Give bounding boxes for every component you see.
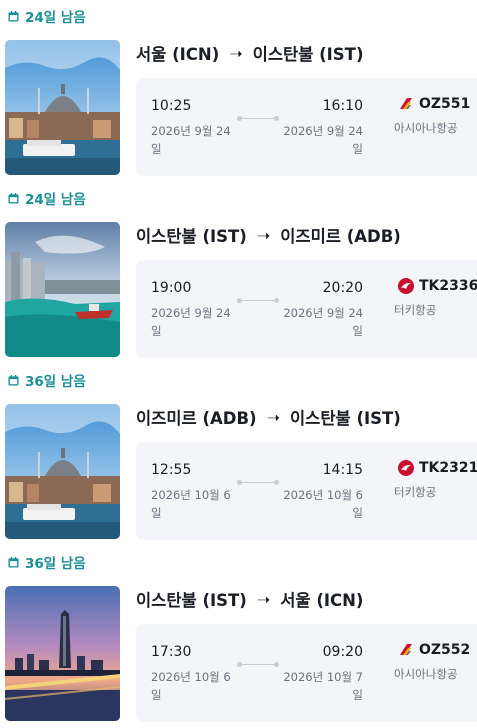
departure-date: 2026년 9월 24일 [151,124,231,156]
departure-time: 12:55 [151,462,192,478]
departure-time: 10:25 [151,98,192,114]
airline-name: 터키항공 [394,485,437,499]
route-title: 이즈미르 (ADB) ➝ 이스탄불 (IST) [136,404,401,430]
destination-photo[interactable] [5,404,120,539]
flight-card[interactable]: 19:00 2026년 9월 24일 20:20 2026년 9월 24일 TK… [136,260,477,358]
destination-airport: 서울 (ICN) [280,591,364,610]
destination-photo[interactable] [5,40,120,175]
trip-item[interactable]: 24일 남음 서울 (ICN) ➝ 이스탄불 (IST) 10:25 2026년… [0,0,477,182]
trip-item[interactable]: 36일 남음 이스탄불 (IST) ➝ 서울 (ICN) 17:30 2026년… [0,546,477,728]
route-arrow-icon: ➝ [229,43,243,63]
destination-photo[interactable] [5,586,120,721]
asiana-logo-icon [400,98,412,109]
airline-name: 아시아나항공 [394,121,458,135]
arrival-date: 2026년 9월 24일 [283,124,363,156]
route-arrow-icon: ➝ [256,225,271,245]
calendar-icon [8,374,19,386]
departure-date: 2026년 10월 6일 [151,488,231,520]
flight-number: TK2336 [398,278,477,294]
route-title: 이스탄불 (IST) ➝ 서울 (ICN) [136,586,363,612]
origin-airport: 이스탄불 (IST) [136,591,247,610]
origin-airport: 이스탄불 (IST) [136,227,247,246]
turkish-airlines-logo-icon [398,278,414,294]
origin-airport: 이즈미르 (ADB) [136,409,257,428]
calendar-icon [8,556,19,568]
days-left-text: 36일 남음 [25,374,86,390]
arrival-time: 14:15 [322,462,363,478]
asiana-logo-icon [400,644,412,655]
days-left-text: 24일 남음 [25,192,86,208]
departure-date: 2026년 9월 24일 [151,306,231,338]
flight-code: TK2321 [419,460,477,476]
destination-airport: 이스탄불 (IST) [290,409,401,428]
origin-airport: 서울 (ICN) [136,45,220,64]
airline-name: 터키항공 [394,303,437,317]
turkish-airlines-logo-icon [398,460,414,476]
days-left-badge: 24일 남음 [8,6,86,26]
flight-code: OZ552 [419,642,471,658]
days-left-badge: 36일 남음 [8,370,86,390]
arrival-time: 09:20 [322,644,363,660]
trip-item[interactable]: 36일 남음 이즈미르 (ADB) ➝ 이스탄불 (IST) 12:55 202… [0,364,477,546]
route-title: 이스탄불 (IST) ➝ 이즈미르 (ADB) [136,222,401,248]
days-left-badge: 24일 남음 [8,188,86,208]
flight-card[interactable]: 17:30 2026년 10월 6일 09:20 2026년 10월 7일 OZ… [136,624,477,722]
flight-path-line [237,116,279,121]
flight-code: OZ551 [419,96,471,112]
flight-path-line [237,298,279,303]
calendar-icon [8,192,19,204]
flight-number: TK2321 [398,460,477,476]
flight-path-line [237,480,279,485]
destination-airport: 이스탄불 (IST) [252,45,364,64]
arrival-date: 2026년 9월 24일 [283,306,363,338]
flight-card[interactable]: 12:55 2026년 10월 6일 14:15 2026년 10월 6일 TK… [136,442,477,540]
days-left-text: 24일 남음 [25,10,86,26]
arrival-time: 16:10 [322,98,363,114]
destination-airport: 이즈미르 (ADB) [280,227,401,246]
days-left-text: 36일 남음 [25,556,86,572]
arrival-date: 2026년 10월 6일 [283,488,363,520]
arrival-time: 20:20 [322,280,363,296]
flight-number: OZ551 [398,96,470,112]
flight-card[interactable]: 10:25 2026년 9월 24일 16:10 2026년 9월 24일 OZ… [136,78,477,176]
route-title: 서울 (ICN) ➝ 이스탄불 (IST) [136,40,363,66]
departure-date: 2026년 10월 6일 [151,670,231,702]
departure-time: 19:00 [151,280,192,296]
flight-code: TK2336 [419,278,477,294]
calendar-icon [8,10,19,22]
route-arrow-icon: ➝ [256,589,271,609]
route-arrow-icon: ➝ [266,407,280,427]
days-left-badge: 36일 남음 [8,552,86,572]
flight-number: OZ552 [398,642,470,658]
arrival-date: 2026년 10월 7일 [283,670,363,702]
departure-time: 17:30 [151,644,192,660]
flight-path-line [237,662,279,667]
airline-name: 아시아나항공 [394,667,458,681]
destination-photo[interactable] [5,222,120,357]
trip-item[interactable]: 24일 남음 이스탄불 (IST) ➝ 이즈미르 (ADB) 19:00 202… [0,182,477,364]
